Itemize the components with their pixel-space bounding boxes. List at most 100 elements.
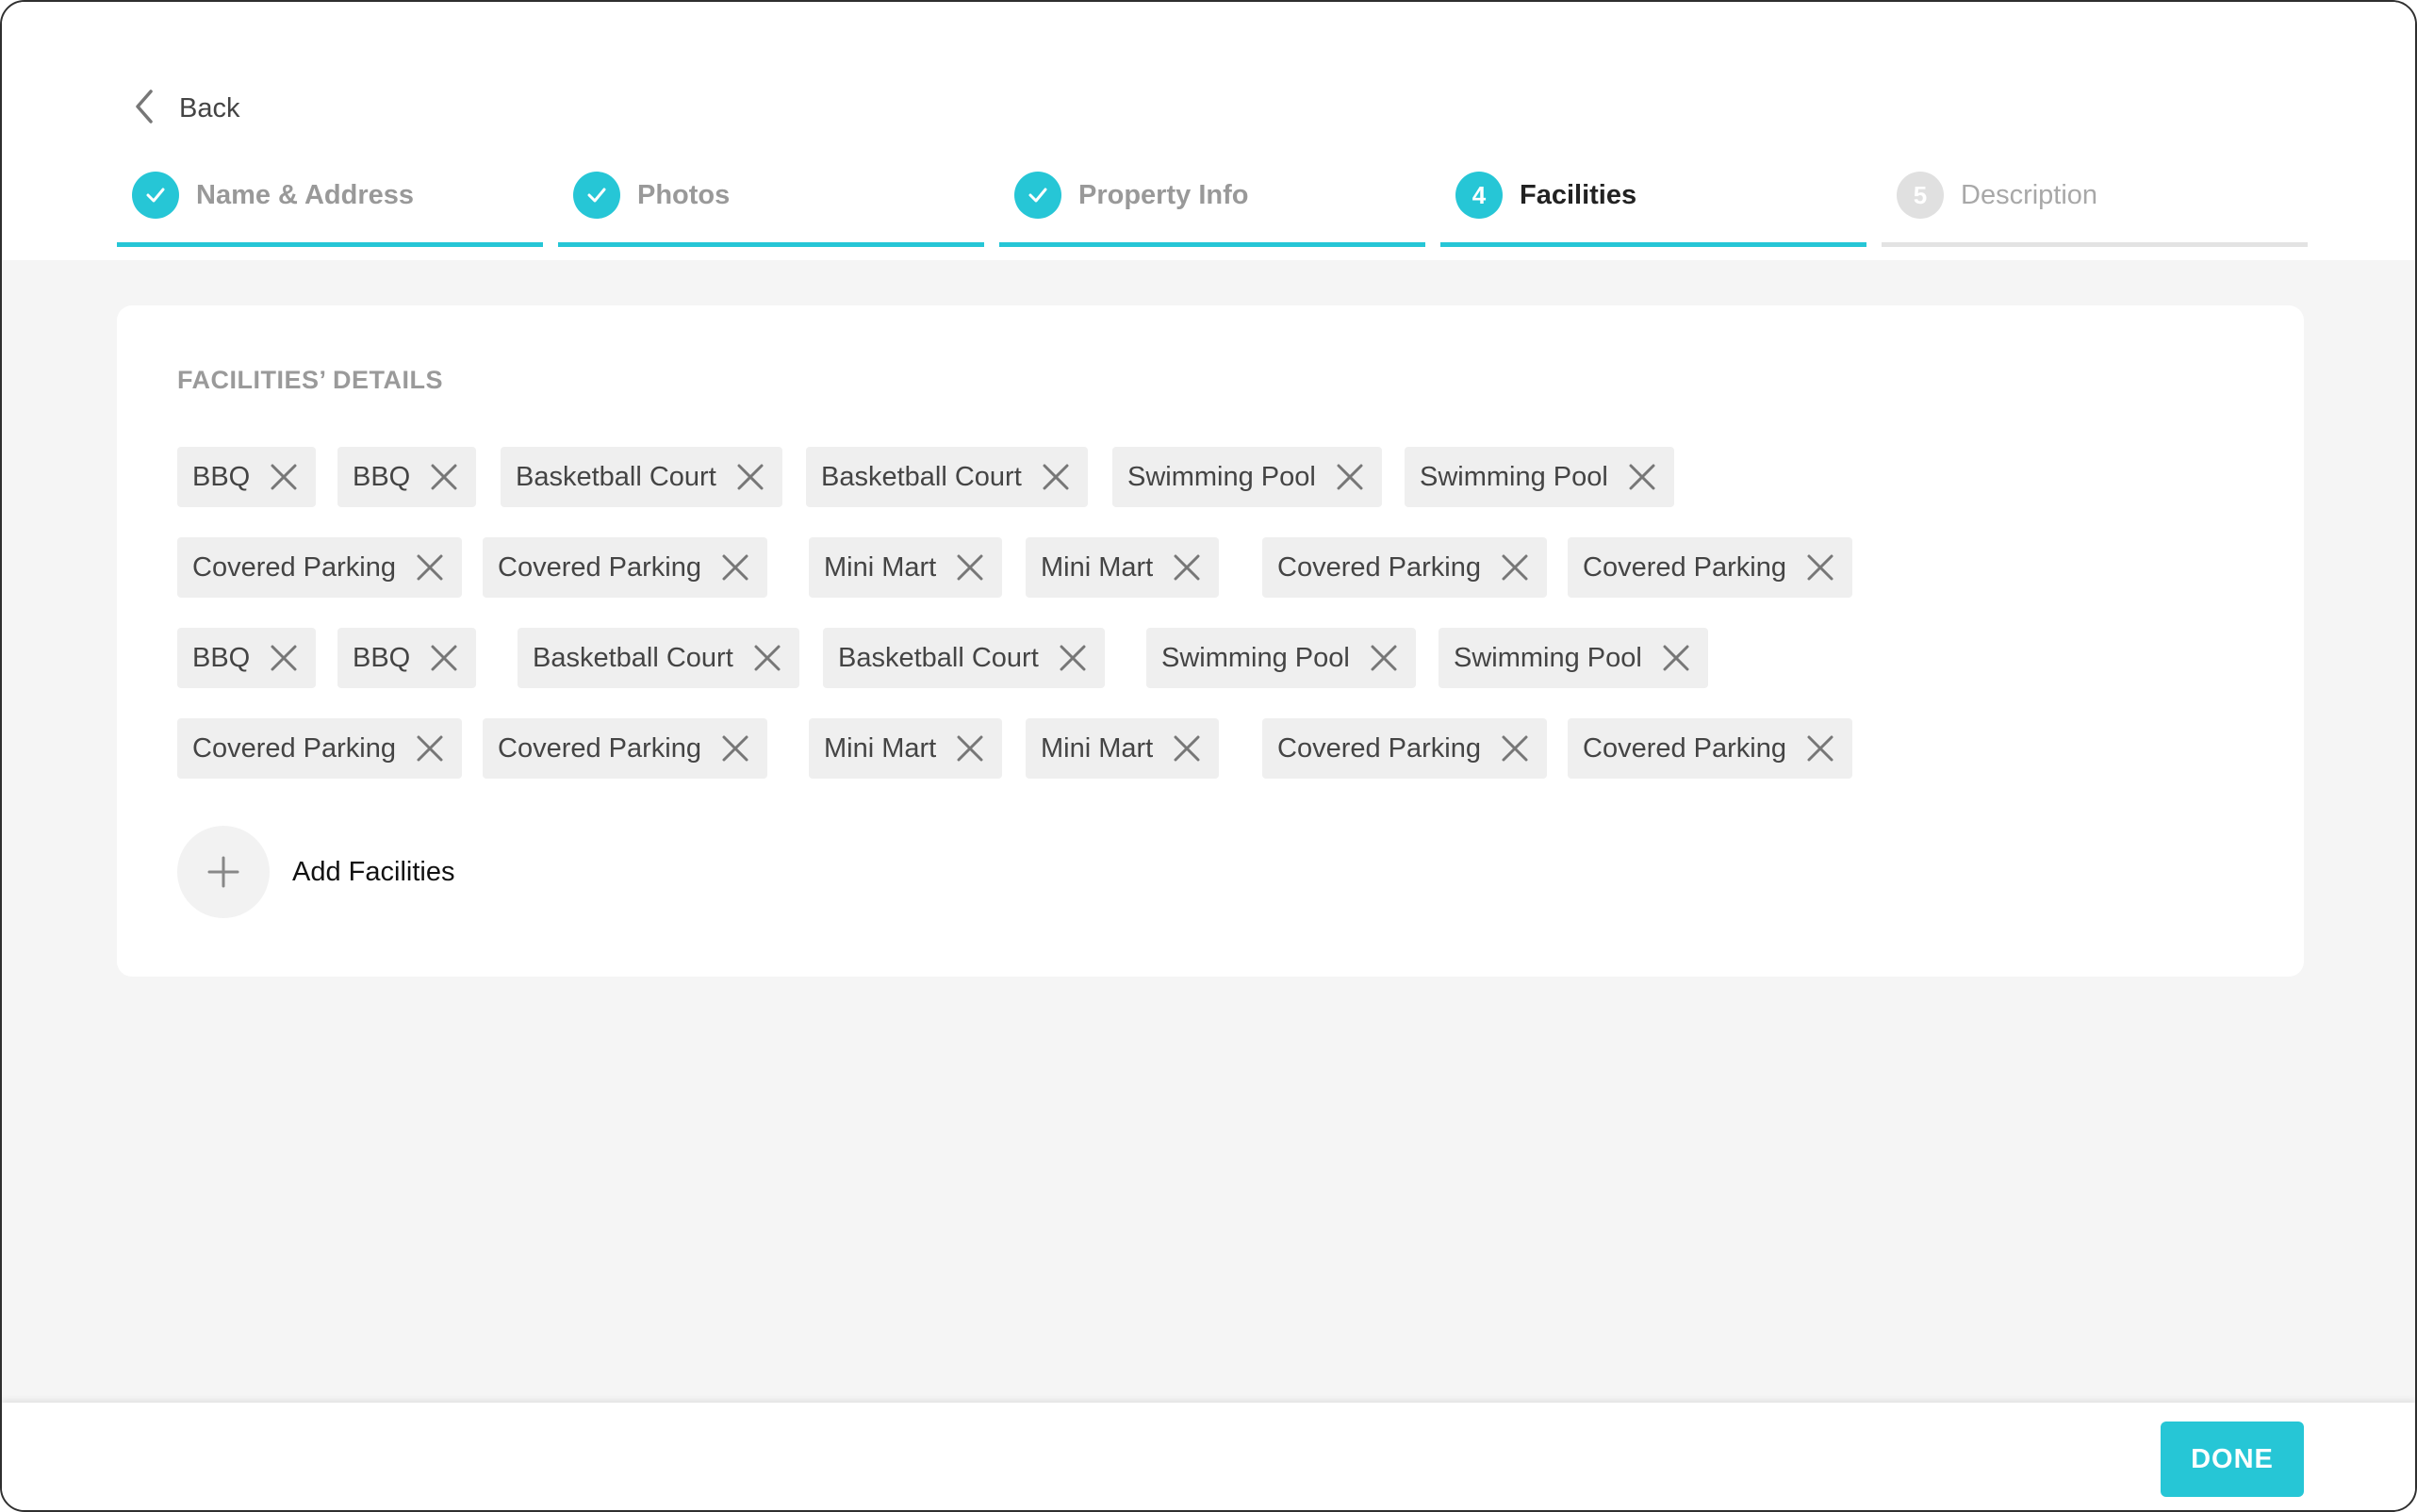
facility-chip: Mini Mart — [809, 718, 1003, 779]
facility-chip: Covered Parking — [483, 537, 767, 598]
facility-chip: Swimming Pool — [1146, 628, 1416, 688]
chip-label: Basketball Court — [838, 642, 1039, 673]
facility-chip: BBQ — [177, 628, 317, 688]
facility-chip: Covered Parking — [1262, 718, 1547, 779]
close-icon[interactable] — [1803, 731, 1837, 765]
chip-label: Swimming Pool — [1127, 461, 1316, 492]
chip-label: Covered Parking — [1583, 551, 1786, 583]
chip-label: Covered Parking — [192, 732, 396, 764]
close-icon[interactable] — [953, 551, 987, 584]
step-label: Photos — [637, 179, 731, 210]
facility-chip: Basketball Court — [518, 628, 799, 688]
close-icon[interactable] — [1625, 460, 1659, 494]
step-number: 5 — [1897, 172, 1944, 219]
chip-label: Covered Parking — [1277, 732, 1481, 764]
step-label: Description — [1961, 179, 2098, 210]
check-icon — [573, 172, 620, 219]
facility-chip: Covered Parking — [1568, 537, 1852, 598]
chip-label: Basketball Court — [533, 642, 733, 673]
close-icon[interactable] — [267, 641, 301, 675]
chip-label: BBQ — [192, 461, 251, 492]
back-button[interactable]: Back — [130, 85, 239, 132]
facility-chip: Swimming Pool — [1112, 447, 1382, 507]
add-facilities-button[interactable]: Add Facilities — [177, 826, 454, 918]
facility-chip: Swimming Pool — [1405, 447, 1674, 507]
close-icon[interactable] — [1333, 460, 1367, 494]
chip-label: Mini Mart — [1041, 732, 1154, 764]
facility-chip: BBQ — [337, 447, 477, 507]
chip-label: Covered Parking — [498, 732, 701, 764]
chip-label: Basketball Court — [516, 461, 716, 492]
facility-chip: Swimming Pool — [1439, 628, 1708, 688]
step-label: Name & Address — [196, 179, 415, 210]
facility-chip: Covered Parking — [177, 537, 462, 598]
facility-chip: Covered Parking — [1262, 537, 1547, 598]
close-icon[interactable] — [1803, 551, 1837, 584]
chevron-left-icon — [130, 88, 158, 130]
step-photos[interactable]: Photos — [558, 168, 984, 247]
chip-label: Mini Mart — [824, 551, 937, 583]
close-icon[interactable] — [718, 731, 752, 765]
close-icon[interactable] — [1498, 731, 1532, 765]
close-icon[interactable] — [267, 460, 301, 494]
chip-label: Covered Parking — [1277, 551, 1481, 583]
close-icon[interactable] — [1056, 641, 1090, 675]
chip-label: BBQ — [192, 642, 251, 673]
check-icon — [1014, 172, 1061, 219]
facilities-card: FACILITIES’ DETAILS BBQ BBQ Basketball C… — [117, 305, 2304, 977]
step-number: 4 — [1455, 172, 1503, 219]
section-title: FACILITIES’ DETAILS — [177, 366, 444, 394]
stepper: Name & Address Photos Property Info 4 Fa… — [117, 168, 2308, 247]
facility-chip: Covered Parking — [1568, 718, 1852, 779]
facility-chip: Mini Mart — [809, 537, 1003, 598]
facility-chip: Covered Parking — [483, 718, 767, 779]
app-window: Back Name & Address Photos Property Info… — [0, 0, 2417, 1512]
done-button[interactable]: DONE — [2161, 1422, 2304, 1497]
close-icon[interactable] — [1498, 551, 1532, 584]
chip-label: Swimming Pool — [1161, 642, 1350, 673]
close-icon[interactable] — [413, 551, 447, 584]
facility-chip: Basketball Court — [501, 447, 782, 507]
step-label: Facilities — [1520, 179, 1637, 210]
check-icon — [132, 172, 179, 219]
main-content: FACILITIES’ DETAILS BBQ BBQ Basketball C… — [2, 260, 2415, 1403]
chip-label: Swimming Pool — [1454, 642, 1642, 673]
facility-chip: Basketball Court — [806, 447, 1088, 507]
chip-label: Covered Parking — [192, 551, 396, 583]
close-icon[interactable] — [1170, 731, 1204, 765]
close-icon[interactable] — [953, 731, 987, 765]
step-facilities[interactable]: 4 Facilities — [1440, 168, 1866, 247]
chip-label: Mini Mart — [824, 732, 937, 764]
facility-chip: Mini Mart — [1026, 537, 1220, 598]
close-icon[interactable] — [427, 641, 461, 675]
close-icon[interactable] — [427, 460, 461, 494]
close-icon[interactable] — [1170, 551, 1204, 584]
close-icon[interactable] — [718, 551, 752, 584]
step-description[interactable]: 5 Description — [1882, 168, 2308, 247]
close-icon[interactable] — [750, 641, 784, 675]
close-icon[interactable] — [1367, 641, 1401, 675]
footer: DONE — [2, 1403, 2415, 1510]
facility-chip: Mini Mart — [1026, 718, 1220, 779]
close-icon[interactable] — [413, 731, 447, 765]
close-icon[interactable] — [1039, 460, 1073, 494]
chip-label: BBQ — [353, 461, 411, 492]
step-label: Property Info — [1078, 179, 1249, 210]
close-icon[interactable] — [733, 460, 767, 494]
chip-label: Swimming Pool — [1420, 461, 1608, 492]
chip-label: Covered Parking — [498, 551, 701, 583]
facility-chip: BBQ — [177, 447, 317, 507]
chip-label: Mini Mart — [1041, 551, 1154, 583]
add-facilities-label: Add Facilities — [292, 856, 455, 887]
facility-chip: BBQ — [337, 628, 477, 688]
facility-chip: Covered Parking — [177, 718, 462, 779]
step-property-info[interactable]: Property Info — [999, 168, 1425, 247]
header: Back Name & Address Photos Property Info… — [2, 2, 2415, 260]
close-icon[interactable] — [1659, 641, 1693, 675]
step-name-address[interactable]: Name & Address — [117, 168, 543, 247]
chip-label: BBQ — [353, 642, 411, 673]
facility-chip: Basketball Court — [823, 628, 1105, 688]
plus-icon[interactable] — [177, 826, 270, 918]
back-label: Back — [179, 92, 240, 123]
chip-label: Covered Parking — [1583, 732, 1786, 764]
